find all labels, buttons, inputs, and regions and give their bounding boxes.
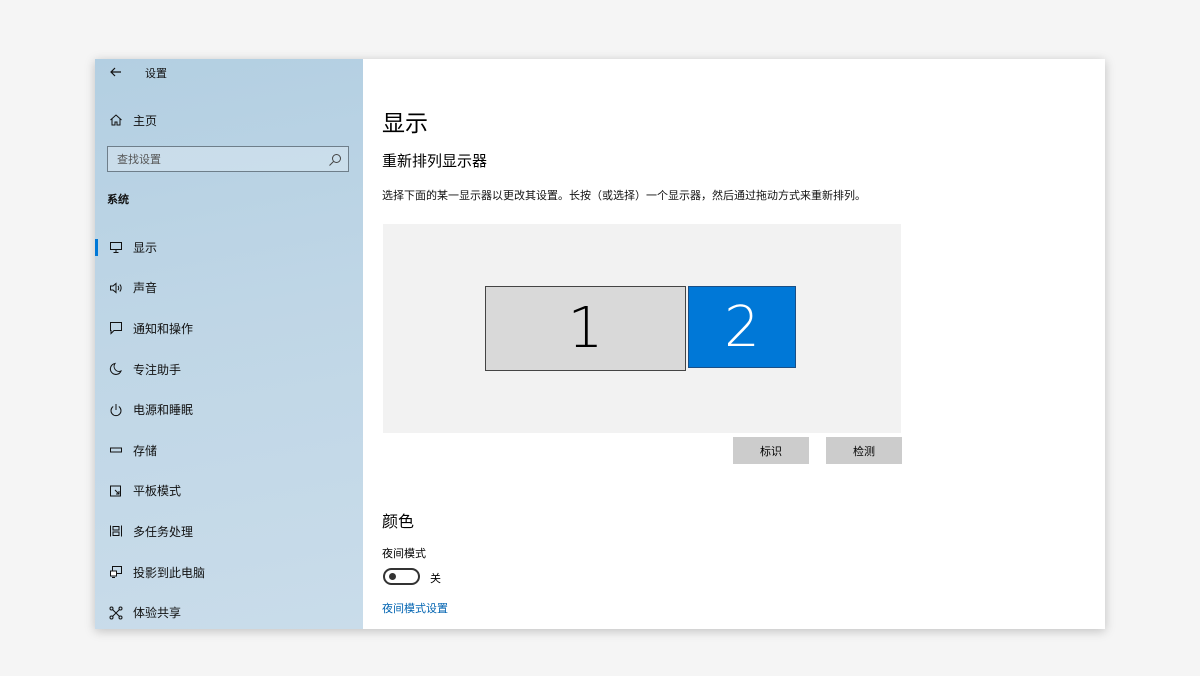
sidebar-item-label: 体验共享 [133, 606, 182, 621]
monitor-2-tile[interactable]: 2 [688, 286, 796, 368]
sidebar-item-label: 主页 [133, 113, 158, 128]
toggle-knob [389, 573, 396, 580]
search-icon[interactable] [328, 152, 342, 171]
page-title: 显示 [382, 111, 428, 137]
night-light-toggle[interactable] [383, 568, 420, 585]
sidebar-item-label: 投影到此电脑 [133, 565, 206, 580]
detect-button[interactable]: 检测 [826, 437, 902, 464]
sidebar-item-label: 平板模式 [133, 484, 182, 499]
section-label: 系统 [107, 193, 129, 206]
monitor-icon [95, 240, 133, 254]
monitor-arrangement-area[interactable]: 1 2 [383, 224, 901, 433]
moon-icon [95, 362, 133, 376]
rearrange-heading: 重新排列显示器 [382, 152, 488, 170]
sidebar-item-label: 电源和睡眠 [133, 403, 194, 418]
back-arrow-icon [110, 67, 121, 77]
sidebar-item-home[interactable]: 主页 [95, 107, 363, 133]
main-content: 显示 重新排列显示器 选择下面的某一显示器以更改其设置。长按（或选择）一个显示器… [363, 59, 1105, 629]
sidebar-item-storage[interactable]: 存储 [95, 430, 363, 471]
identify-button[interactable]: 标识 [733, 437, 809, 464]
sidebar-item-notifications[interactable]: 通知和操作 [95, 308, 363, 349]
share-icon [95, 606, 133, 620]
search-input[interactable] [117, 152, 317, 166]
settings-window: 设置 主页 系统 [95, 59, 1105, 629]
sidebar-item-multitasking[interactable]: 多任务处理 [95, 511, 363, 552]
power-icon [95, 403, 133, 417]
color-heading: 颜色 [382, 512, 415, 531]
rearrange-description: 选择下面的某一显示器以更改其设置。长按（或选择）一个显示器，然后通过拖动方式来重… [382, 189, 866, 202]
sidebar-item-display[interactable]: 显示 [95, 227, 363, 268]
sidebar-item-label: 存储 [133, 443, 158, 458]
search-box[interactable] [107, 146, 349, 172]
sidebar-nav-list: 显示 声音 通知和操作 专注助手 电源和睡眠 存储 平板模式 多任务处理 投影到… [95, 227, 363, 629]
project-icon [95, 565, 133, 579]
monitor-1-tile[interactable]: 1 [485, 286, 686, 371]
sidebar-item-shared-experiences[interactable]: 体验共享 [95, 592, 363, 629]
tablet-icon [95, 484, 133, 498]
night-light-label: 夜间模式 [382, 547, 426, 560]
sidebar-item-sound[interactable]: 声音 [95, 268, 363, 309]
sidebar-item-label: 专注助手 [133, 362, 182, 377]
window-title: 设置 [145, 67, 167, 80]
sidebar-item-focus-assist[interactable]: 专注助手 [95, 349, 363, 390]
night-light-settings-link[interactable]: 夜间模式设置 [382, 600, 448, 616]
back-button[interactable] [105, 63, 127, 81]
speaker-icon [95, 281, 133, 295]
sidebar-item-label: 声音 [133, 281, 158, 296]
home-icon [95, 113, 133, 127]
sidebar-item-power-sleep[interactable]: 电源和睡眠 [95, 389, 363, 430]
sidebar-item-tablet-mode[interactable]: 平板模式 [95, 471, 363, 512]
sidebar: 设置 主页 系统 [95, 59, 363, 629]
notification-icon [95, 321, 133, 336]
sidebar-item-project[interactable]: 投影到此电脑 [95, 552, 363, 593]
sidebar-item-label: 通知和操作 [133, 321, 194, 336]
storage-icon [95, 443, 133, 457]
sidebar-item-label: 多任务处理 [133, 524, 194, 539]
night-light-state: 关 [430, 572, 441, 585]
sidebar-item-label: 显示 [133, 240, 158, 255]
multitask-icon [95, 524, 133, 538]
title-bar: 设置 [95, 59, 363, 85]
